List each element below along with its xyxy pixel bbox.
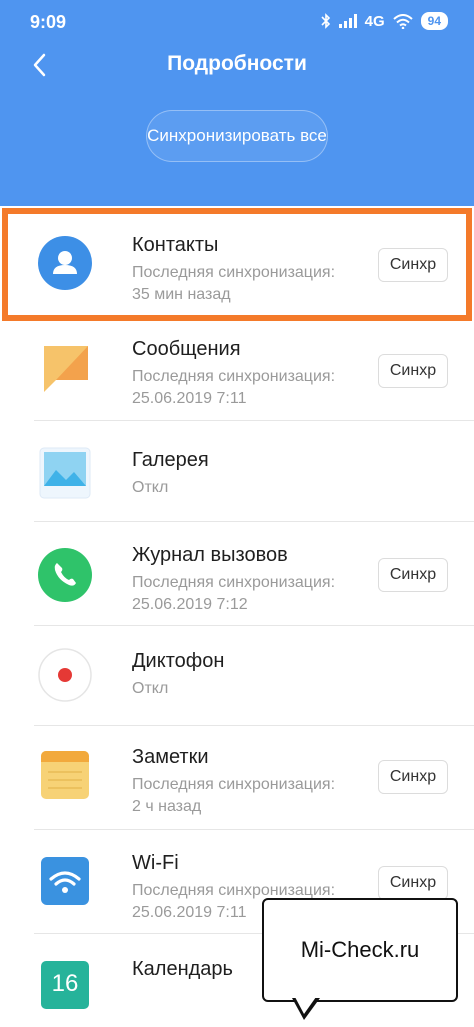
contact-icon: [38, 236, 92, 290]
item-subtitle: Откл: [132, 680, 169, 697]
list-item-contacts[interactable]: Контакты Последняя синхронизация: 35 мин…: [0, 206, 474, 320]
item-title: Контакты: [132, 234, 219, 256]
sync-button[interactable]: Синхр: [378, 866, 448, 900]
item-subtitle: Последняя синхронизация:: [132, 368, 336, 385]
status-bar: 9:09 4G 94: [0, 0, 474, 44]
item-subtitle: Последняя синхронизация:: [132, 776, 336, 793]
item-subtitle-2: 25.06.2019 7:11: [132, 390, 247, 407]
item-title: Сообщения: [132, 338, 241, 360]
signal-icon: [338, 14, 357, 28]
item-subtitle: Откл: [132, 479, 169, 496]
list-item-messages[interactable]: Сообщения Последняя синхронизация: 25.06…: [0, 320, 474, 421]
item-subtitle-2: 2 ч назад: [132, 798, 202, 815]
item-subtitle-2: 35 мин назад: [132, 286, 231, 303]
calendar-icon: 16: [40, 960, 90, 1010]
status-icons: 4G 94: [321, 12, 448, 30]
item-subtitle-2: 25.06.2019 7:12: [132, 596, 248, 613]
list-item-recorder[interactable]: Диктофон Откл: [0, 626, 474, 726]
sync-button[interactable]: Синхр: [378, 354, 448, 388]
item-title: Wi-Fi: [132, 852, 179, 874]
page-title: Подробности: [167, 52, 307, 75]
header-bar: 9:09 4G 94 Подробности Синхронизировать …: [0, 0, 474, 206]
list-item-gallery[interactable]: Галерея Откл: [0, 421, 474, 522]
item-subtitle: Последняя синхронизация:: [132, 574, 336, 591]
list-item-call-log[interactable]: Журнал вызовов Последняя синхронизация: …: [0, 522, 474, 626]
item-title: Диктофон: [132, 650, 225, 672]
item-subtitle-2: 25.06.2019 7:11: [132, 904, 247, 921]
message-icon: [42, 344, 90, 394]
notes-icon: [40, 750, 90, 800]
wifi-icon: [40, 856, 90, 906]
status-time: 9:09: [30, 12, 67, 32]
item-title: Календарь: [132, 958, 233, 980]
bluetooth-icon: [321, 13, 331, 29]
item-subtitle: Последняя синхронизация:: [132, 264, 336, 281]
sync-button[interactable]: Синхр: [378, 558, 448, 592]
sync-button[interactable]: Синхр: [378, 760, 448, 794]
sync-button[interactable]: Синхр: [378, 248, 448, 282]
item-title: Заметки: [132, 746, 209, 768]
battery-badge: 94: [420, 12, 448, 30]
list-item-notes[interactable]: Заметки Последняя синхронизация: 2 ч наз…: [0, 726, 474, 830]
phone-icon: [38, 548, 92, 602]
item-title: Галерея: [132, 449, 209, 471]
wifi-status-icon: [392, 13, 413, 29]
watermark: Mi-Check.ru: [262, 898, 458, 1002]
gallery-icon: [38, 446, 92, 500]
watermark-tail-inner: [295, 997, 316, 1014]
network-type: 4G: [364, 12, 385, 30]
calendar-day: 16: [51, 970, 79, 997]
item-title: Журнал вызовов: [132, 544, 288, 566]
recorder-icon: [38, 648, 92, 702]
sync-all-button[interactable]: Синхронизировать все: [146, 110, 328, 162]
